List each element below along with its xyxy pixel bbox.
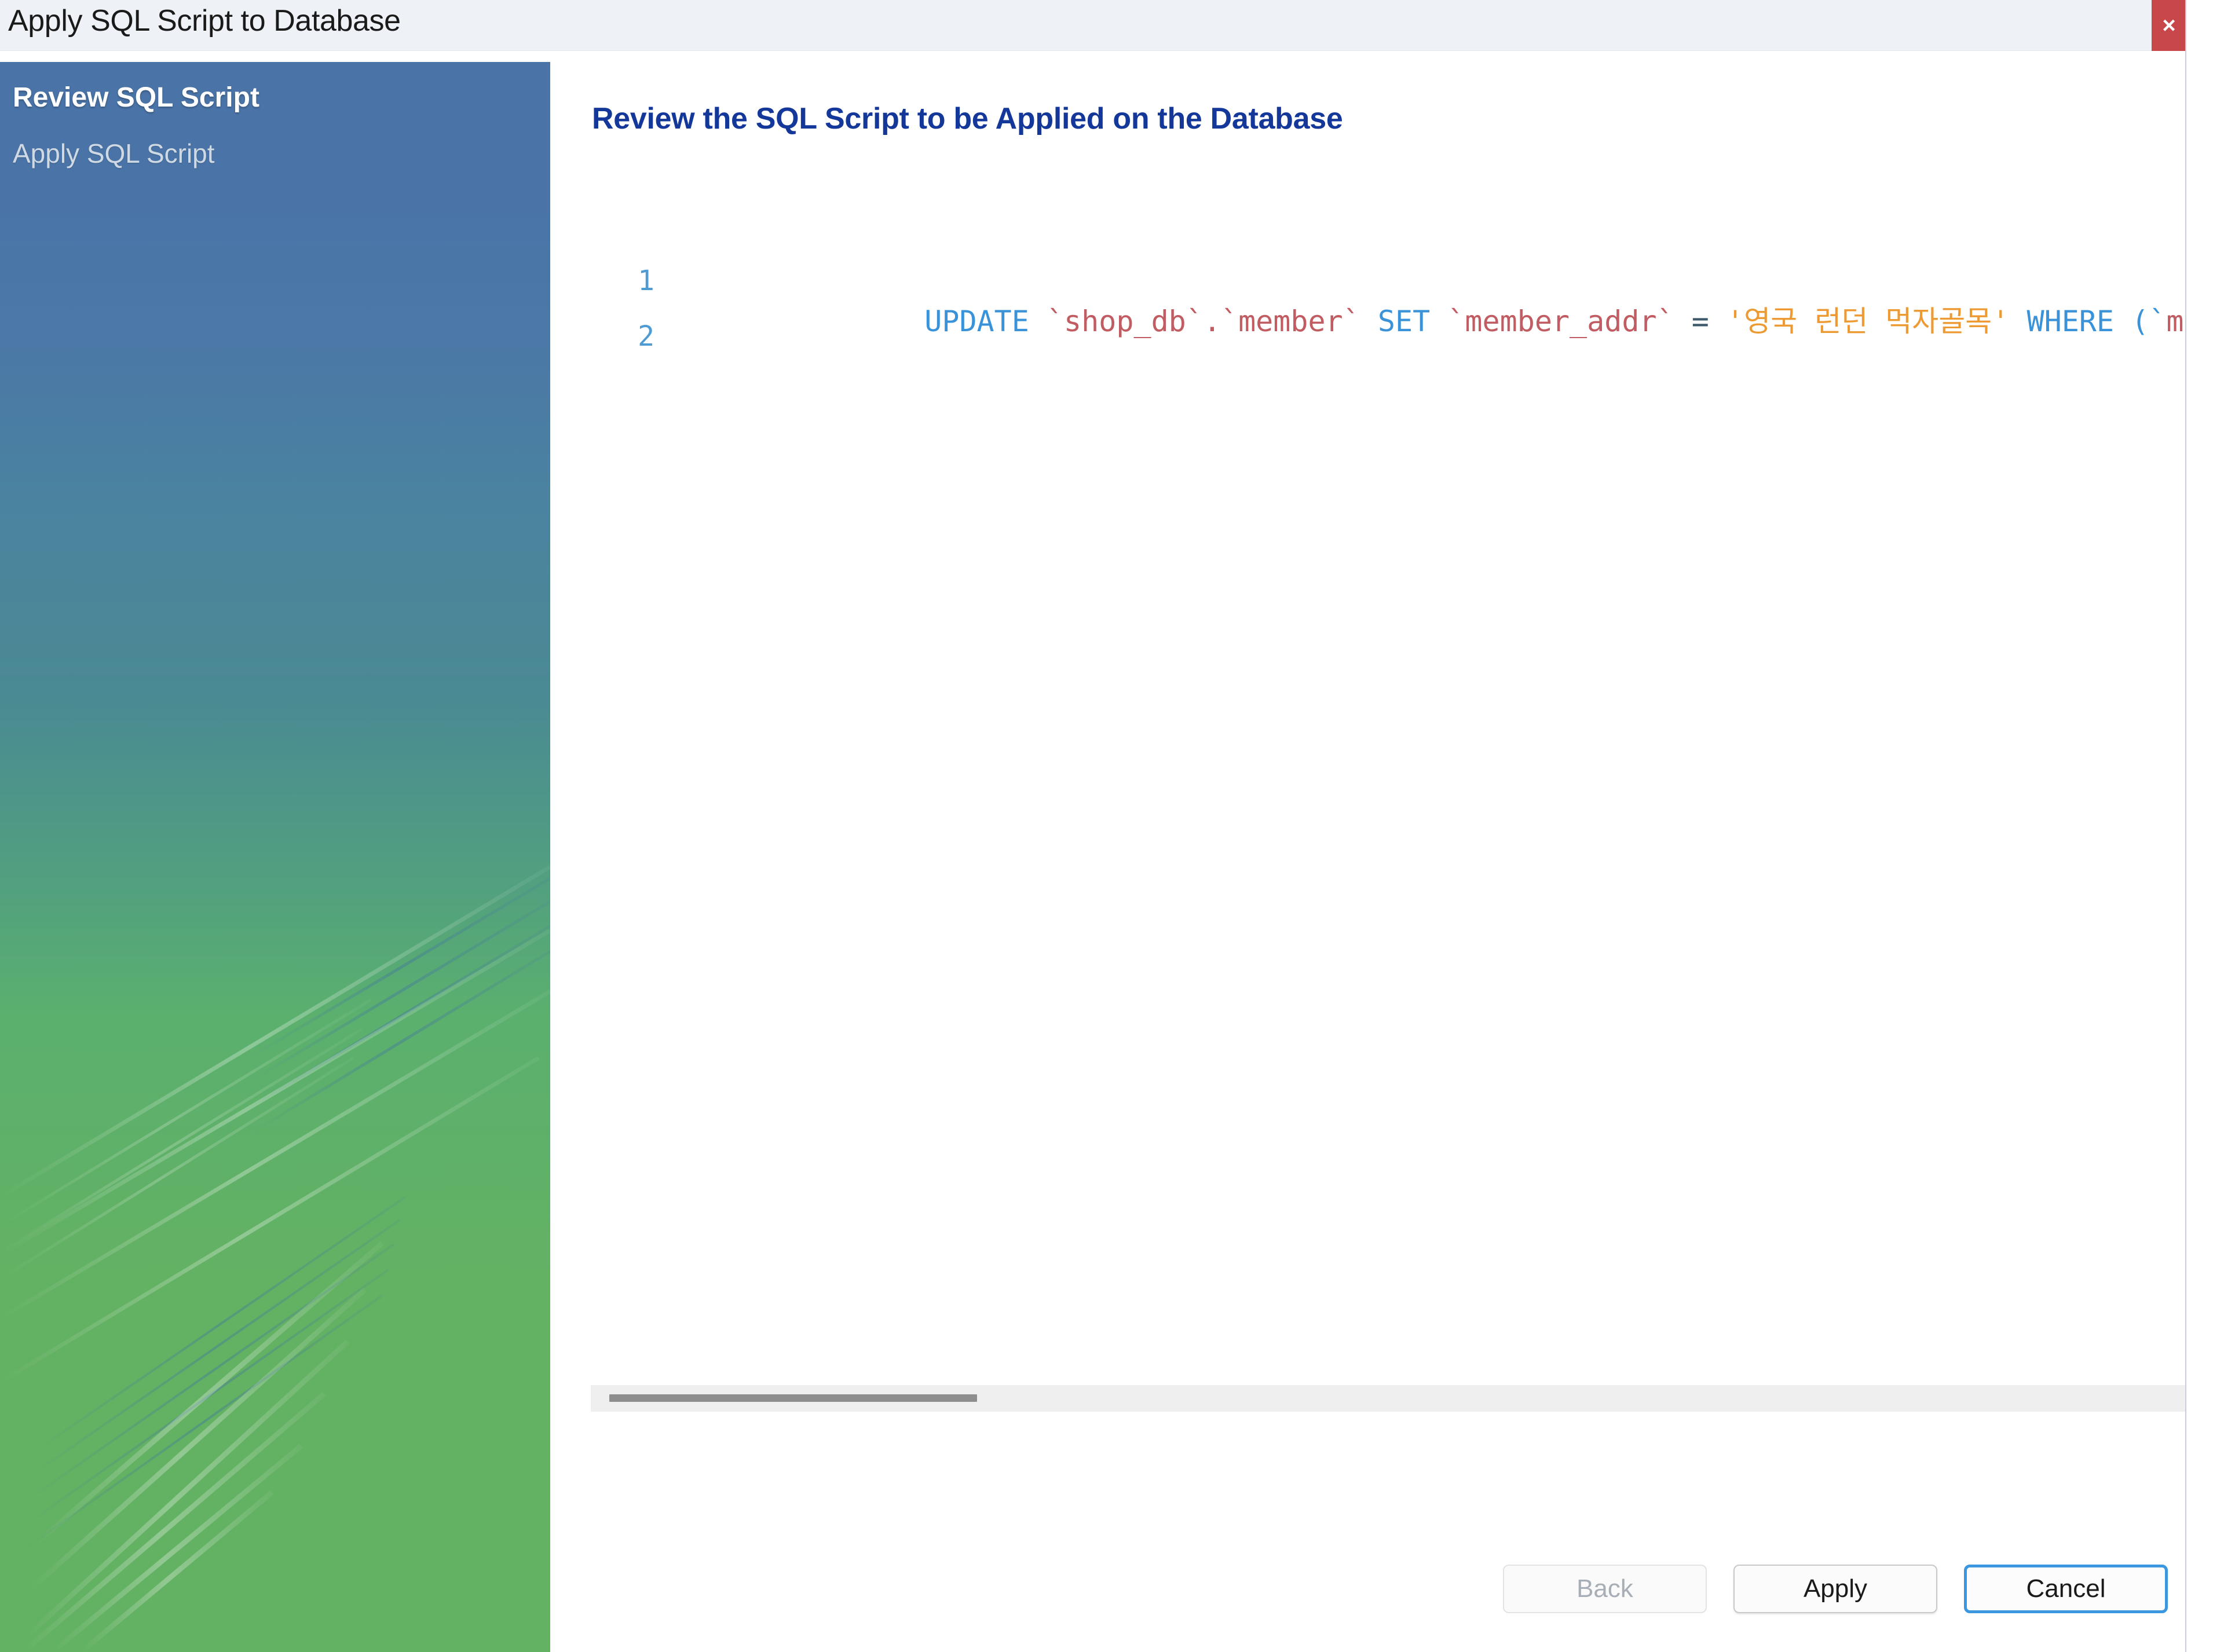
- close-icon: ×: [2162, 13, 2176, 38]
- dialog-title: Apply SQL Script to Database: [8, 4, 401, 38]
- back-button-label: Back: [1576, 1574, 1633, 1603]
- dialog-content: Review the SQL Script to be Applied on t…: [550, 62, 2185, 1652]
- sidebar-item-review-sql-script[interactable]: Review SQL Script: [0, 82, 550, 113]
- apply-sql-script-dialog: Apply SQL Script to Database × Review SQ…: [0, 0, 2186, 1652]
- application-backdrop: [2186, 0, 2224, 1652]
- sidebar-item-label: Apply SQL Script: [13, 138, 215, 169]
- close-button[interactable]: ×: [2152, 0, 2185, 51]
- editor-horizontal-scrollbar[interactable]: [591, 1385, 2185, 1412]
- sidebar-decorative-streaks: [0, 865, 550, 1652]
- sql-script-editor[interactable]: 1 UPDATE `shop_db`.`member` SET `member_…: [550, 265, 2185, 1382]
- page-title: Review the SQL Script to be Applied on t…: [592, 102, 1343, 135]
- back-button[interactable]: Back: [1503, 1565, 1707, 1613]
- dialog-footer: Back Apply Cancel: [550, 1503, 2185, 1652]
- cancel-button-label: Cancel: [2026, 1574, 2106, 1603]
- line-number: 2: [638, 320, 654, 353]
- wizard-sidebar: Review SQL Script Apply SQL Script: [0, 62, 550, 1652]
- wizard-step-list: Review SQL Script Apply SQL Script: [0, 62, 550, 169]
- code-line: 2: [550, 320, 2185, 376]
- code-line: 1 UPDATE `shop_db`.`member` SET `member_…: [550, 265, 2185, 338]
- line-number: 1: [638, 265, 654, 297]
- sidebar-item-apply-sql-script[interactable]: Apply SQL Script: [0, 138, 550, 169]
- cancel-button[interactable]: Cancel: [1964, 1565, 2168, 1613]
- scrollbar-thumb[interactable]: [609, 1394, 977, 1402]
- dialog-titlebar: Apply SQL Script to Database ×: [0, 0, 2185, 51]
- apply-button[interactable]: Apply: [1733, 1565, 1937, 1613]
- sidebar-item-label: Review SQL Script: [13, 82, 259, 113]
- apply-button-label: Apply: [1803, 1574, 1868, 1603]
- dialog-screen: Apply SQL Script to Database × Review SQ…: [0, 0, 2224, 1652]
